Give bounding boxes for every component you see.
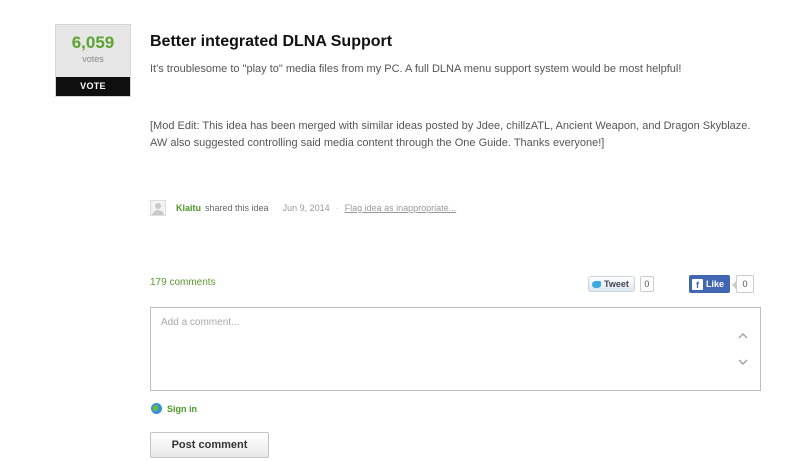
shared-text: shared this idea: [205, 203, 269, 213]
tweet-widget: Tweet 0: [588, 276, 654, 292]
mod-edit-note: [Mod Edit: This idea has been merged wit…: [150, 120, 751, 149]
flag-inappropriate-link[interactable]: Flag idea as inappropriate...: [345, 203, 457, 213]
like-label: Like: [706, 279, 725, 289]
meta-separator: ·: [335, 203, 339, 213]
sign-in-label: Sign in: [167, 403, 197, 414]
globe-icon: [151, 403, 162, 414]
comment-box: [150, 307, 761, 391]
user-avatar-icon: [150, 200, 166, 216]
votes-label: votes: [82, 54, 104, 64]
idea-date: Jun 9, 2014: [282, 203, 330, 213]
like-count: 0: [732, 275, 755, 293]
sign-in-link[interactable]: Sign in: [151, 403, 197, 414]
tweet-count: 0: [639, 276, 654, 292]
idea-meta: Klaitu shared this idea Jun 9, 2014 · Fl…: [150, 198, 456, 218]
twitter-bird-icon: [592, 280, 601, 288]
comment-input[interactable]: [151, 308, 760, 390]
vote-button[interactable]: VOTE: [56, 77, 130, 96]
idea-description: It's troublesome to "play to" media file…: [150, 63, 682, 75]
chevron-up-icon[interactable]: [738, 331, 748, 341]
chevron-down-icon[interactable]: [738, 357, 748, 367]
facebook-f-icon: f: [692, 278, 703, 290]
tweet-label: Tweet: [604, 279, 629, 289]
author-link[interactable]: Klaitu: [176, 203, 201, 213]
idea-title: Better integrated DLNA Support: [150, 33, 393, 50]
facebook-like-button[interactable]: f Like: [689, 275, 731, 293]
vote-count: 6,059: [71, 33, 115, 52]
vote-box: 6,059 votes VOTE: [55, 24, 131, 97]
post-comment-button[interactable]: Post comment: [150, 432, 269, 458]
tweet-button[interactable]: Tweet: [588, 276, 635, 292]
like-widget: f Like 0: [689, 275, 755, 293]
comments-count-link[interactable]: 179 comments: [150, 277, 216, 288]
